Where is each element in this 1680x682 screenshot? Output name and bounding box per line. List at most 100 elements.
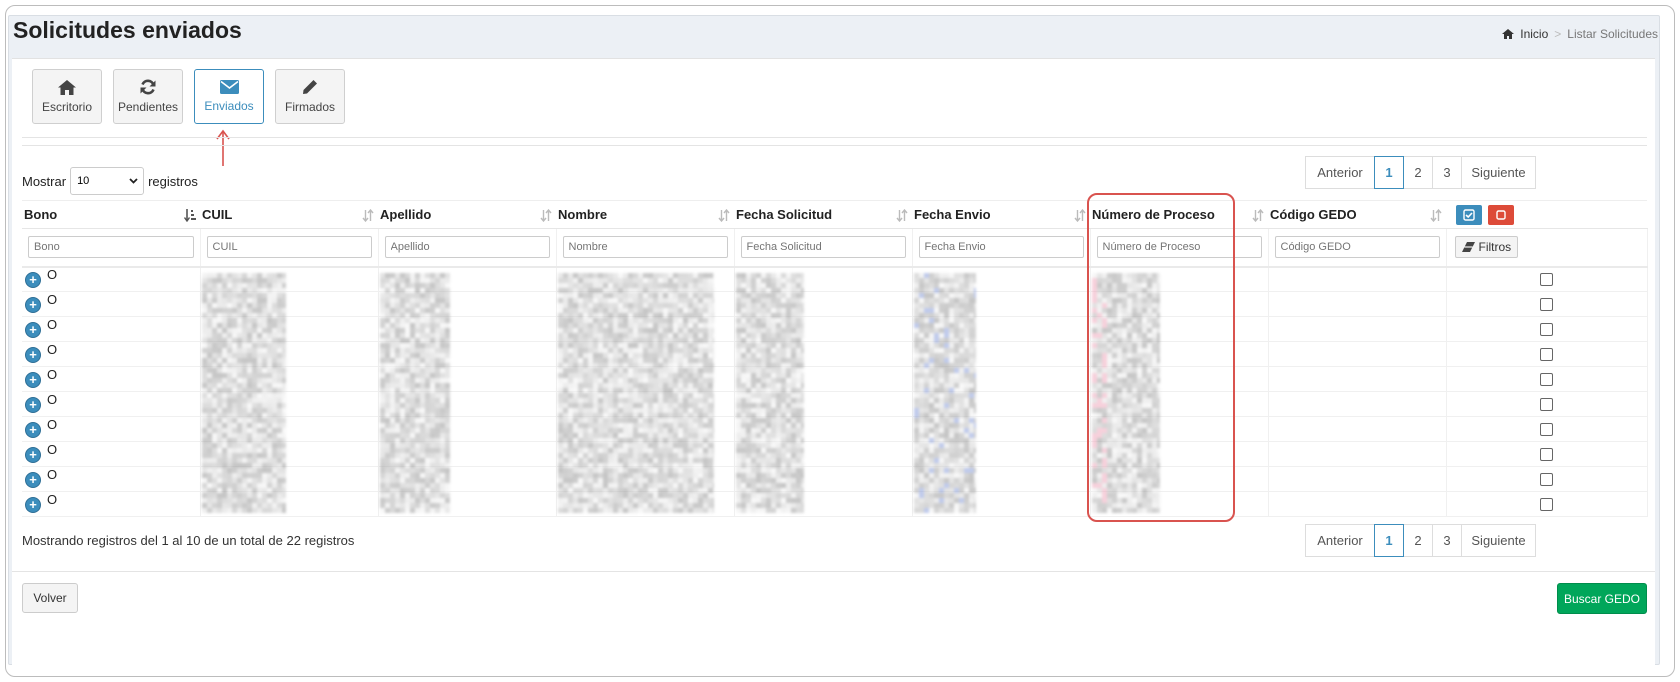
cell-bono: + O [22, 342, 200, 367]
redacted-cell [1268, 442, 1446, 467]
cell-select [1446, 342, 1647, 367]
pagination-page[interactable]: 1 [1374, 156, 1404, 189]
deselect-all-button[interactable] [1488, 205, 1514, 225]
row-checkbox[interactable] [1540, 298, 1553, 311]
pagination-page[interactable]: 3 [1432, 156, 1462, 189]
bono-value: O [47, 267, 57, 282]
bono-value: O [47, 392, 57, 407]
row-checkbox[interactable] [1540, 273, 1553, 286]
search-gedo-button[interactable]: Buscar GEDO [1557, 583, 1647, 614]
pagination-prev[interactable]: Anterior [1305, 156, 1375, 189]
expand-row-icon[interactable]: + [26, 473, 40, 487]
cell-bono: + O [22, 467, 200, 492]
back-button[interactable]: Volver [22, 583, 78, 613]
filter-input-bono[interactable] [28, 236, 194, 258]
expand-row-icon[interactable]: + [26, 298, 40, 312]
filter-row: Filtros [22, 229, 1647, 267]
divider [22, 145, 1647, 146]
select-all-button[interactable] [1456, 205, 1482, 225]
filter-input-numero-proceso[interactable] [1097, 236, 1262, 258]
filters-label: Filtros [1479, 240, 1512, 254]
expand-row-icon[interactable]: + [26, 498, 40, 512]
column-header-numero-proceso[interactable]: Número de Proceso [1090, 201, 1268, 229]
row-checkbox[interactable] [1540, 473, 1553, 486]
cell-bono: + O [22, 442, 200, 467]
sort-icon [896, 209, 908, 222]
redacted-cell [1268, 492, 1446, 517]
expand-row-icon[interactable]: + [26, 448, 40, 462]
column-header-fecha-envio[interactable]: Fecha Envio [912, 201, 1090, 229]
sort-icon [1074, 209, 1086, 222]
pagination-prev[interactable]: Anterior [1305, 524, 1375, 557]
column-header-nombre[interactable]: Nombre [556, 201, 734, 229]
pagination-page[interactable]: 2 [1403, 156, 1433, 189]
bono-value: O [47, 442, 57, 457]
square-icon [1495, 209, 1507, 221]
annotation-arrow [216, 129, 230, 167]
row-checkbox[interactable] [1540, 398, 1553, 411]
page-length-select[interactable]: 10 [70, 167, 144, 195]
tab-label: Pendientes [118, 100, 178, 114]
column-header-cuil[interactable]: CUIL [200, 201, 378, 229]
redacted-cell [1268, 267, 1446, 292]
tab-label: Escritorio [42, 100, 92, 114]
home-icon [58, 80, 76, 95]
expand-row-icon[interactable]: + [26, 423, 40, 437]
cell-bono: + O [22, 317, 200, 342]
row-checkbox[interactable] [1540, 448, 1553, 461]
filter-input-fecha-solicitud[interactable] [741, 236, 906, 258]
column-header-actions [1446, 201, 1647, 229]
filter-input-codigo-gedo[interactable] [1275, 236, 1440, 258]
pagination-page[interactable]: 2 [1403, 524, 1433, 557]
pagination-page[interactable]: 1 [1374, 524, 1404, 557]
filter-input-apellido[interactable] [385, 236, 550, 258]
pagination-page[interactable]: 3 [1432, 524, 1462, 557]
breadcrumb-home-link[interactable]: Inicio [1520, 27, 1548, 41]
expand-row-icon[interactable]: + [26, 373, 40, 387]
cell-select [1446, 467, 1647, 492]
breadcrumb-separator: > [1554, 27, 1561, 41]
tab-label: Firmados [285, 100, 335, 114]
expand-row-icon[interactable]: + [26, 348, 40, 362]
refresh-icon [140, 79, 156, 95]
cell-bono: + O [22, 392, 200, 417]
filter-input-fecha-envio[interactable] [919, 236, 1084, 258]
filters-button[interactable]: Filtros [1455, 236, 1519, 258]
redacted-data-block [914, 273, 976, 513]
row-checkbox[interactable] [1540, 423, 1553, 436]
filter-input-nombre[interactable] [563, 236, 728, 258]
row-checkbox[interactable] [1540, 348, 1553, 361]
row-checkbox[interactable] [1540, 373, 1553, 386]
pagination-next[interactable]: Siguiente [1461, 524, 1536, 557]
cell-bono: + O [22, 417, 200, 442]
column-header-apellido[interactable]: Apellido [378, 201, 556, 229]
filter-input-cuil[interactable] [207, 236, 372, 258]
length-label-suffix: registros [148, 174, 198, 189]
length-label-prefix: Mostrar [22, 174, 66, 189]
tab-enviados[interactable]: Enviados [194, 69, 264, 124]
cell-select [1446, 417, 1647, 442]
tab-firmados[interactable]: Firmados [275, 69, 345, 124]
cell-bono: + O [22, 267, 200, 292]
cell-select [1446, 267, 1647, 292]
column-header-bono[interactable]: Bono [22, 201, 200, 229]
eraser-icon [1462, 242, 1475, 252]
redacted-cell [1268, 317, 1446, 342]
column-header-fecha-solicitud[interactable]: Fecha Solicitud [734, 201, 912, 229]
expand-row-icon[interactable]: + [26, 323, 40, 337]
main-box: Escritorio Pendientes Enviados Firmados … [12, 58, 1655, 665]
expand-row-icon[interactable]: + [26, 273, 40, 287]
column-header-codigo-gedo[interactable]: Código GEDO [1268, 201, 1446, 229]
bono-value: O [47, 492, 57, 507]
expand-row-icon[interactable]: + [26, 398, 40, 412]
row-checkbox[interactable] [1540, 498, 1553, 511]
pagination-next[interactable]: Siguiente [1461, 156, 1536, 189]
divider [12, 571, 1655, 572]
sort-icon [540, 209, 552, 222]
redacted-cell [1268, 392, 1446, 417]
row-checkbox[interactable] [1540, 323, 1553, 336]
cell-select [1446, 292, 1647, 317]
tab-escritorio[interactable]: Escritorio [32, 69, 102, 124]
pencil-icon [302, 79, 318, 95]
tab-pendientes[interactable]: Pendientes [113, 69, 183, 124]
